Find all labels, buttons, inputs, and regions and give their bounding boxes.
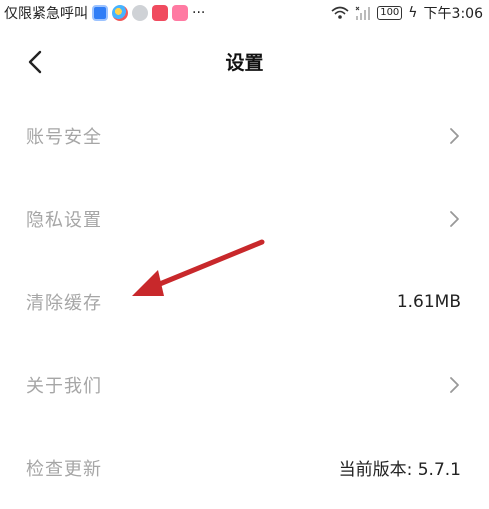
more-notifications-icon: ··· (192, 5, 206, 21)
carrier-text: 仅限紧急呼叫 (4, 6, 88, 22)
wechat-icon (132, 5, 148, 21)
status-left: 仅限紧急呼叫 ··· (4, 3, 205, 23)
red-app-icon (152, 5, 168, 21)
current-version-value: 当前版本: 5.7.1 (338, 460, 461, 480)
settings-item-label: 隐私设置 (26, 209, 102, 231)
wifi-icon (331, 6, 349, 19)
settings-item-label: 账号安全 (26, 126, 102, 148)
signal-icon (355, 6, 371, 20)
settings-item-about-us[interactable]: 关于我们 (0, 343, 489, 426)
multicolor-app-icon (112, 5, 128, 21)
battery-indicator: 100 (377, 6, 403, 20)
chevron-right-icon (450, 127, 459, 144)
settings-item-label: 关于我们 (26, 375, 102, 397)
settings-item-privacy[interactable]: 隐私设置 (0, 177, 489, 260)
settings-item-check-update[interactable]: 检查更新 当前版本: 5.7.1 (0, 426, 489, 509)
pink-app-icon (172, 5, 188, 21)
settings-item-label: 清除缓存 (26, 292, 102, 314)
cache-size-value: 1.61MB (396, 291, 461, 312)
settings-list: 账号安全 隐私设置 清除缓存 1.61MB 关于我们 检查更新 当前版本: 5.… (0, 94, 489, 509)
chevron-right-icon (450, 376, 459, 393)
status-bar: 仅限紧急呼叫 ··· 100 ϟ 下午3:06 (0, 0, 489, 26)
settings-item-account-security[interactable]: 账号安全 (0, 94, 489, 177)
clock: 下午3:06 (423, 6, 483, 22)
settings-item-label: 检查更新 (26, 458, 102, 480)
header: 设置 (0, 40, 489, 84)
blue-app-icon (92, 5, 108, 21)
status-right: 100 ϟ 下午3:06 (331, 3, 483, 23)
page-title: 设置 (225, 52, 264, 74)
charging-icon: ϟ (408, 5, 418, 21)
settings-item-clear-cache[interactable]: 清除缓存 1.61MB (0, 260, 489, 343)
chevron-right-icon (450, 210, 459, 227)
